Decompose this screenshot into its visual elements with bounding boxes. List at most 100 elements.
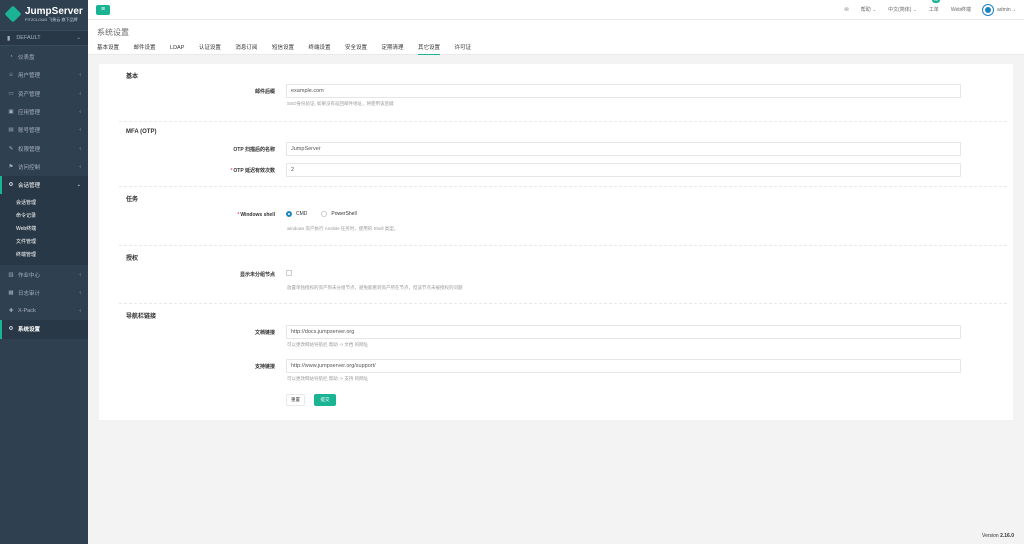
xpack-icon: ✚ — [8, 308, 14, 315]
tickets-badge: 12 — [931, 0, 941, 3]
tab-email[interactable]: 邮件设置 — [134, 43, 156, 55]
sidebar-item-label: 访问控制 — [18, 164, 41, 171]
sidebar-item-label: 日志审计 — [18, 290, 41, 297]
submit-button[interactable]: 提交 — [314, 394, 336, 406]
sidebar-item-users[interactable]: ☺ 用户管理 ‹ — [0, 66, 88, 84]
chevron-left-icon: ‹ — [79, 289, 81, 296]
submenu-item-file-manager[interactable]: 文件管理 — [0, 235, 88, 248]
menu-toggle-button[interactable]: ≡ — [96, 4, 110, 15]
audit-icon: ▦ — [8, 289, 14, 296]
otp-window-input[interactable]: 2 — [286, 163, 961, 177]
org-selector[interactable]: ▮ DEFAULT ⌄ — [0, 30, 88, 46]
sessions-submenu: 会话管理 命令记录 Web终端 文件管理 终端管理 — [0, 194, 88, 266]
section-title-basic: 基本 — [126, 74, 139, 80]
otp-window-label: *OTP 延迟有效次数 — [230, 168, 275, 174]
sidebar-item-label: 应用管理 — [18, 110, 41, 117]
settings-tabs: 基本设置 邮件设置 LDAP 认证设置 消息订阅 短信设置 终端设置 安全设置 … — [97, 43, 486, 55]
sidebar-item-dashboard[interactable]: ◔ 仪表盘 — [0, 48, 88, 66]
sidebar-nav: ◔ 仪表盘 ☺ 用户管理 ‹ ▭ 资产管理 ‹ ▣ 应用管理 ‹ ▤ 账号管理 … — [0, 48, 88, 339]
submenu-item-sessions[interactable]: 会话管理 — [0, 196, 88, 209]
mail-icon[interactable]: ✉ — [845, 7, 849, 13]
avatar — [983, 4, 994, 15]
version-prefix: Version — [982, 533, 999, 539]
tab-basic[interactable]: 基本设置 — [97, 43, 119, 55]
submenu-item-commands[interactable]: 命令记录 — [0, 209, 88, 222]
tab-message[interactable]: 消息订阅 — [235, 43, 257, 55]
divider — [119, 303, 1007, 304]
chevron-down-icon: ⌄ — [1012, 7, 1016, 12]
logo[interactable]: JumpServer FIT2CLOUD 飞致云 旗下品牌 — [0, 0, 88, 28]
tab-ldap[interactable]: LDAP — [170, 43, 184, 55]
username: admin — [997, 6, 1011, 13]
sidebar-item-audit[interactable]: ▦ 日志审计 ‹ — [0, 284, 88, 302]
settings-icon: ⚙ — [8, 326, 14, 333]
inbox-icon: ▭ — [8, 90, 14, 97]
language-label: 中文(简体) — [888, 7, 912, 13]
sidebar-item-apps[interactable]: ▣ 应用管理 ‹ — [0, 103, 88, 121]
jumpserver-logo-icon — [4, 5, 22, 23]
chevron-left-icon: ‹ — [79, 145, 81, 152]
sidebar-item-label: 资产管理 — [18, 91, 41, 98]
divider — [119, 186, 1007, 187]
divider — [119, 245, 1007, 246]
sidebar-item-settings[interactable]: ⚙ 系统设置 — [0, 320, 88, 339]
session-icon: ⚙ — [8, 182, 14, 189]
chevron-left-icon: ‹ — [79, 163, 81, 170]
footer-version: Version 2.16.0 — [982, 533, 1014, 539]
chevron-left-icon: ‹ — [79, 127, 81, 134]
sidebar-item-accounts[interactable]: ▤ 账号管理 ‹ — [0, 121, 88, 139]
web-terminal-link[interactable]: Web终端 — [951, 6, 971, 13]
submenu-item-web-terminal[interactable]: Web终端 — [0, 222, 88, 235]
settings-form: 基本 邮件后缀 example.com SSO身份验证, 如果没有返回邮件地址，… — [99, 64, 1013, 420]
tickets-link[interactable]: 12 工单 — [929, 0, 941, 13]
tab-cleaning[interactable]: 定期清理 — [381, 43, 403, 55]
chevron-down-icon: ⌄ — [872, 7, 877, 12]
doc-link-help: 可以更改网站导航栏 帮助 -> 文档 的网址 — [287, 342, 369, 347]
divider — [119, 121, 1007, 122]
radio-unchecked-icon — [321, 211, 328, 217]
hamburger-icon: ≡ — [100, 6, 106, 13]
tab-license[interactable]: 许可证 — [455, 43, 472, 55]
otp-issuer-label: OTP 扫描后的名称 — [233, 147, 275, 153]
jobs-icon: ▥ — [8, 271, 14, 278]
radio-cmd[interactable]: CMD — [286, 211, 307, 217]
chevron-left-icon: ‹ — [79, 308, 81, 315]
windows-shell-help: windows 资产执行 Ansible 任务时，使用的 Shell 类型。 — [287, 226, 399, 231]
sidebar: JumpServer FIT2CLOUD 飞致云 旗下品牌 ▮ DEFAULT … — [0, 0, 88, 544]
tab-security[interactable]: 安全设置 — [345, 43, 367, 55]
help-menu[interactable]: 帮助 ⌄ — [861, 6, 876, 13]
sidebar-item-sessions[interactable]: ⚙ 会话管理 ⌄ — [0, 176, 88, 195]
sidebar-item-xpack[interactable]: ✚ X-Pack ‹ — [0, 302, 88, 320]
tab-sms[interactable]: 短信设置 — [272, 43, 294, 55]
language-menu[interactable]: 中文(简体) ⌄ — [888, 6, 917, 13]
email-suffix-label: 邮件后缀 — [254, 89, 275, 95]
account-icon: ▤ — [8, 127, 14, 134]
email-suffix-input[interactable]: example.com — [286, 84, 961, 98]
support-link-help: 可以更改网站导航栏 帮助 -> 支持 的网址 — [287, 376, 369, 381]
submenu-item-terminal-manager[interactable]: 终端管理 — [0, 248, 88, 261]
chevron-down-icon: ⌄ — [76, 182, 81, 189]
doc-link-input[interactable]: http://docs.jumpserver.org — [286, 325, 961, 339]
support-link-input[interactable]: http://www.jumpserver.org/support/ — [286, 359, 961, 373]
tab-other[interactable]: 其它设置 — [418, 43, 441, 55]
sidebar-item-permissions[interactable]: ✎ 权限管理 ‹ — [0, 139, 88, 157]
sidebar-item-jobs[interactable]: ▥ 作业中心 ‹ — [0, 265, 88, 283]
tab-auth[interactable]: 认证设置 — [199, 43, 221, 55]
user-menu[interactable]: admin ⌄ — [983, 4, 1016, 15]
email-suffix-help: SSO身份验证, 如果没有返回邮件地址，将使用该后缀 — [287, 101, 394, 106]
reset-button[interactable]: 重置 — [286, 394, 305, 406]
windows-shell-radio-group: CMD PowerShell — [286, 211, 371, 217]
section-title-nav: 导航栏链接 — [126, 314, 157, 320]
unassigned-node-label: 显示未分组节点 — [239, 272, 275, 278]
sidebar-item-access-control[interactable]: ⚑ 访问控制 ‹ — [0, 158, 88, 176]
users-icon: ☺ — [8, 72, 14, 79]
tab-terminal[interactable]: 终端设置 — [308, 43, 330, 55]
radio-powershell[interactable]: PowerShell — [321, 211, 357, 217]
sidebar-item-label: 仪表盘 — [18, 55, 35, 62]
unassigned-node-checkbox[interactable] — [286, 270, 292, 276]
logo-subtitle: FIT2CLOUD 飞致云 旗下品牌 — [25, 17, 78, 22]
otp-issuer-input[interactable]: JumpServer — [286, 142, 961, 156]
sidebar-item-assets[interactable]: ▭ 资产管理 ‹ — [0, 85, 88, 103]
dashboard-icon: ◔ — [9, 54, 13, 61]
sidebar-item-label: 系统设置 — [18, 327, 41, 334]
